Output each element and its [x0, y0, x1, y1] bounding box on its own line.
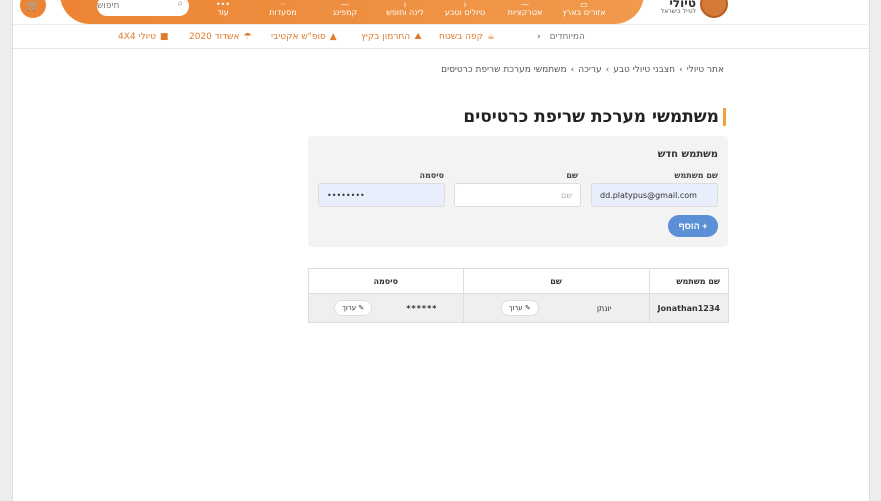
breadcrumb: אתר טיולי›חצבני טיולי טבע›עריכה›משתמשי מ…	[441, 65, 724, 75]
table-header-row: שם משתמש שם סיסמה	[308, 268, 730, 294]
subnav-item-label: קפה בשטח	[439, 32, 484, 42]
panel-title: משתמש חדש	[657, 149, 718, 160]
subnav-featured-label: המיוחדים	[549, 32, 585, 42]
subnav-item-label: טיולי 4X4	[118, 32, 156, 42]
nav-item-camping[interactable]: קמפינג	[333, 8, 357, 17]
logo-subtitle: לטייל בישראל	[660, 8, 696, 15]
search-icon: ⌕	[177, 0, 183, 9]
subnav-item-coffee[interactable]: ☕קפה בשטח	[439, 32, 495, 42]
nav-item-more[interactable]: עוד	[217, 8, 229, 17]
mountain-icon: ⛰	[414, 32, 422, 42]
cell-username: Jonathan1234	[648, 293, 730, 323]
car-icon: ■	[159, 32, 169, 42]
nav-item-nature[interactable]: טיולים וטבע	[445, 8, 485, 17]
breadcrumb-item[interactable]: אתר טיולי	[687, 65, 724, 75]
column-header-name: שם	[462, 268, 650, 294]
subnav-item-ashdod[interactable]: ☂אשדוד 2020	[189, 32, 252, 42]
subnav-featured[interactable]: המיוחדים ‹	[537, 32, 585, 42]
password-label: סיסמה	[419, 171, 444, 180]
password-field[interactable]: ••••••••	[318, 183, 445, 207]
search-placeholder: חיפוש	[97, 1, 120, 11]
users-table: שם משתמש שם סיסמה Jonathan1234 יונתן ✎ ע…	[308, 268, 730, 323]
column-header-password: סיסמה	[308, 268, 464, 294]
cell-password: ****** ✎ ערוך	[308, 293, 464, 323]
boot-icon: ▲	[329, 32, 337, 42]
featured-subnav: המיוחדים ‹ ☕קפה בשטח ⛰החרמון בקיץ ▲סופ"ש…	[13, 24, 871, 49]
search-input[interactable]: חיפוש ⌕	[97, 0, 189, 16]
nav-item-regions[interactable]: אזורים בארץ	[562, 8, 605, 17]
site-logo[interactable]: טיולי לטייל בישראל	[656, 0, 728, 20]
subnav-item-4x4[interactable]: ■טיולי 4X4	[118, 32, 168, 42]
username-field[interactable]: dd.platypus@gmail.com	[591, 183, 718, 207]
subnav-item-label: החרמון בקיץ	[361, 32, 411, 42]
username-label: שם משתמש	[674, 171, 718, 180]
name-field[interactable]: שם	[454, 183, 581, 207]
nav-item-lodging[interactable]: לינה וחופש	[386, 8, 424, 17]
name-value: יונתן	[596, 303, 612, 313]
new-user-panel: משתמש חדש שם משתמש dd.platypus@gmail.com…	[308, 136, 728, 247]
add-user-button[interactable]: + הוסף	[668, 215, 718, 237]
breadcrumb-item-current: משתמשי מערכת שריפת כרטיסים	[441, 65, 567, 75]
column-header-username: שם משתמש	[648, 268, 730, 294]
subnav-item-label: אשדוד 2020	[189, 32, 240, 42]
cup-icon: ☕	[487, 32, 496, 42]
breadcrumb-item[interactable]: עריכה	[578, 65, 601, 75]
edit-password-button[interactable]: ✎ ערוך	[334, 300, 373, 316]
subnav-item-label: סופ"ש אקטיבי	[271, 32, 326, 42]
name-label: שם	[566, 171, 578, 180]
subnav-item-hermon[interactable]: ⛰החרמון בקיץ	[361, 32, 422, 42]
nav-item-restaurants[interactable]: מסעדות	[269, 8, 296, 17]
top-header: 🛒 חיפוש ⌕ ▭ אזורים בארץ — אטרקציות ı טיו…	[0, 0, 881, 26]
cart-icon[interactable]: 🛒	[20, 0, 46, 18]
umbrella-icon: ☂	[243, 32, 252, 42]
breadcrumb-item[interactable]: חצבני טיולי טבע	[613, 65, 675, 75]
table-row: Jonathan1234 יונתן ✎ ערוך ****** ✎ ערוך	[308, 293, 730, 323]
logo-badge-icon	[700, 0, 728, 18]
chevron-left-icon: ‹	[537, 32, 541, 42]
nav-item-attractions[interactable]: אטרקציות	[508, 8, 543, 17]
page-title: משתמשי מערכת שריפת כרטיסים	[463, 108, 726, 126]
page-container: המיוחדים ‹ ☕קפה בשטח ⛰החרמון בקיץ ▲סופ"ש…	[12, 0, 871, 501]
edit-name-button[interactable]: ✎ ערוך	[500, 300, 539, 316]
cell-name: יונתן ✎ ערוך	[462, 293, 650, 323]
password-value: ******	[406, 303, 438, 313]
subnav-item-active-weekend[interactable]: ▲סופ"ש אקטיבי	[271, 32, 337, 42]
